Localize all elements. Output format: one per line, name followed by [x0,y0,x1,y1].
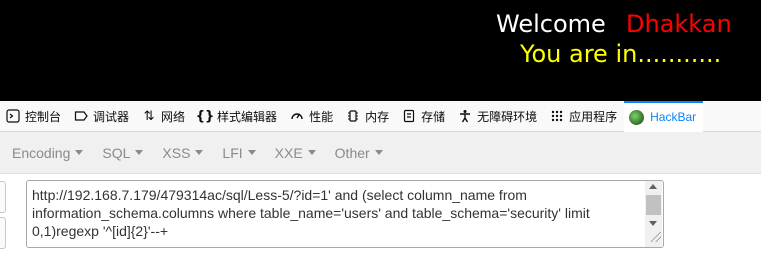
menu-label: XXE [274,144,303,161]
chevron-down-icon [307,150,316,155]
style-editor-icon: {} [195,108,215,124]
page-content: Welcome Dhakkan You are in........... [0,0,761,101]
scroll-thumb[interactable] [646,195,661,215]
scroll-down-arrow-icon[interactable] [649,221,657,226]
xss-menu[interactable]: XSS [162,144,204,161]
tab-debugger[interactable]: 调试器 [68,101,136,132]
xxe-menu[interactable]: XXE [275,145,316,161]
application-icon [549,108,565,124]
split-url-button[interactable] [0,217,6,249]
hackbar-body: http://192.168.7.179/479314ac/sql/Less-5… [0,174,761,256]
memory-icon [345,108,361,124]
tab-performance[interactable]: 性能 [284,101,340,132]
tab-application[interactable]: 应用程序 [544,101,624,132]
menu-label: SQL [102,144,131,161]
tab-style-editor[interactable]: {} 样式编辑器 [192,101,284,132]
sql-menu[interactable]: SQL [102,144,144,161]
tab-label: 无障碍环境 [477,109,538,124]
tab-label: 存储 [421,109,446,124]
chevron-down-icon [75,150,84,155]
chevron-down-icon [374,150,383,155]
tab-storage[interactable]: 存储 [396,101,452,132]
lfi-menu[interactable]: LFI [222,144,256,161]
chevron-down-icon [135,150,144,155]
menu-label: Encoding [12,144,71,161]
url-input[interactable]: http://192.168.7.179/479314ac/sql/Less-5… [26,180,664,248]
tab-label: 性能 [309,109,334,124]
network-icon: ⇅ [143,108,155,124]
tab-hackbar[interactable]: HackBar [624,100,704,132]
devtools-tab-bar: 控制台 调试器 ⇅ 网络 {} 样式编辑器 性能 内存 存储 无障碍环境 应用程… [0,100,761,132]
chevron-down-icon [195,150,204,155]
debugger-icon [73,108,89,124]
tab-label: 调试器 [93,109,130,124]
tab-network[interactable]: ⇅ 网络 [136,101,192,132]
status-message: You are in........... [520,40,722,68]
encoding-menu[interactable]: Encoding [12,144,84,161]
tab-label: 应用程序 [569,109,618,124]
storage-icon [401,108,417,124]
accessibility-icon [457,108,473,124]
menu-label: Other [334,144,370,161]
welcome-line: Welcome Dhakkan [0,8,761,40]
tab-accessibility[interactable]: 无障碍环境 [452,101,544,132]
tab-memory[interactable]: 内存 [340,101,396,132]
tab-label: 控制台 [25,109,62,124]
scroll-up-arrow-icon[interactable] [649,184,657,189]
username-text: Dhakkan [626,10,732,38]
hackbar-toolbar: Encoding SQL XSS LFI XXE Other [0,132,761,174]
menu-label: LFI [222,144,243,161]
tab-label: 网络 [161,109,186,124]
welcome-text: Welcome [496,10,606,38]
url-scrollbar[interactable] [645,181,662,247]
tab-label: 内存 [365,109,390,124]
tab-label: 样式编辑器 [217,109,278,124]
load-url-button[interactable] [0,181,6,213]
tab-console[interactable]: 控制台 [0,101,68,132]
chevron-down-icon [247,150,256,155]
console-icon [5,108,21,124]
resize-grip-icon[interactable] [651,232,661,242]
hackbar-icon [629,109,645,125]
other-menu[interactable]: Other [335,145,383,161]
menu-label: XSS [162,144,191,161]
tab-label: HackBar [650,110,697,124]
performance-icon [289,108,305,124]
